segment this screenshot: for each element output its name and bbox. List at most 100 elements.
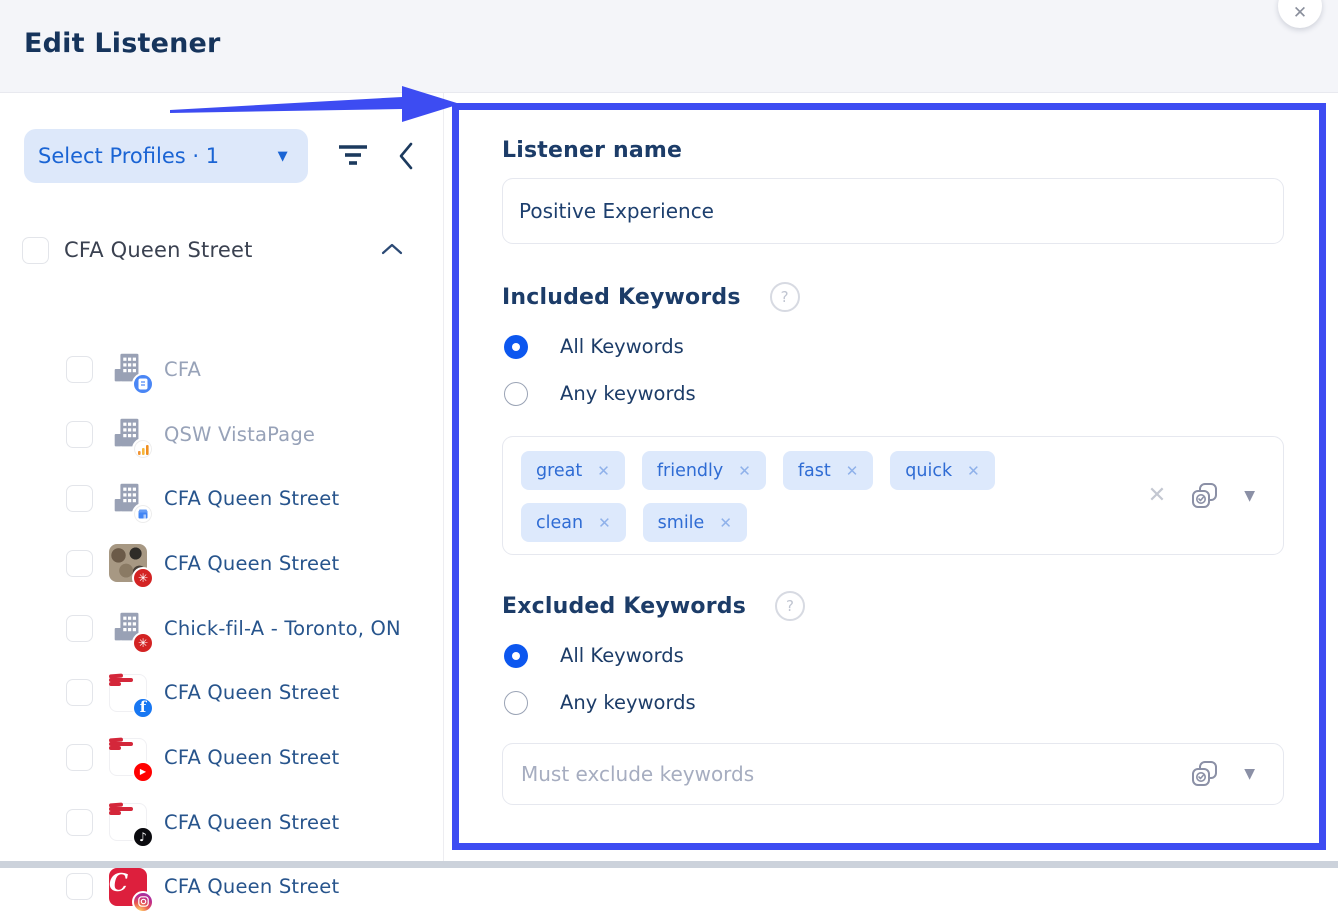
radio-selected-icon[interactable] [504,335,528,359]
red-logo-avatar: C [109,868,147,906]
remove-keyword-icon[interactable]: ✕ [738,462,751,480]
listener-name-input[interactable] [503,179,1283,243]
expand-excluded-icon[interactable]: ▼ [1244,766,1255,782]
profiles-sidebar: Select Profiles · 1 ▼ CFA Queen Street [0,93,444,868]
excluded-help-icon[interactable]: ? [775,591,805,621]
profile-name: QSW VistaPage [164,423,315,446]
profile-checkbox[interactable] [66,550,93,577]
profile-list: CFA QSW VistaPage [0,337,444,919]
chip-label: quick [905,461,952,481]
photo-avatar: ✳ [109,544,147,582]
listener-form-panel: Listener name Included Keywords ? All Ke… [452,103,1326,850]
keyword-chip[interactable]: quick ✕ [890,451,994,490]
profile-name: CFA Queen Street [164,681,339,704]
google-business-badge-icon [132,503,154,525]
youtube-badge-icon: ▶ [132,761,154,783]
excluded-keywords-input[interactable] [521,762,1190,786]
remove-keyword-icon[interactable]: ✕ [967,462,980,480]
profile-checkbox[interactable] [66,421,93,448]
question-mark: ? [781,288,789,306]
profile-row-gbp[interactable]: CFA Queen Street [0,466,444,531]
profile-checkbox[interactable] [66,615,93,642]
chip-label: great [536,461,582,481]
profile-row-vistapage[interactable]: QSW VistaPage [0,402,444,467]
profile-name: CFA Queen Street [164,875,339,898]
radio-label: Any keywords [560,691,696,714]
listener-name-label: Listener name [502,138,1285,163]
remove-keyword-icon[interactable]: ✕ [719,514,732,532]
radio-label: All Keywords [560,335,684,358]
profile-row-yelp-photo[interactable]: ✳ CFA Queen Street [0,531,444,596]
included-help-icon[interactable]: ? [770,282,800,312]
included-all-keywords-option[interactable]: All Keywords [502,334,1285,359]
keyword-chip[interactable]: great ✕ [521,451,625,490]
excluded-all-keywords-option[interactable]: All Keywords [502,643,1285,668]
excluded-any-keywords-option[interactable]: Any keywords [502,690,1285,715]
included-keywords-label: Included Keywords [502,285,741,310]
profile-row-youtube[interactable]: ▶ CFA Queen Street [0,725,444,790]
keyword-chip[interactable]: clean ✕ [521,503,626,542]
keyword-chip[interactable]: fast ✕ [783,451,873,490]
select-profiles-dropdown[interactable]: Select Profiles · 1 ▼ [24,129,308,183]
group-checkbox[interactable] [22,237,49,264]
radio-selected-icon[interactable] [504,644,528,668]
sidebar-toolbar: Select Profiles · 1 ▼ [24,129,424,183]
page-title: Edit Listener [24,28,221,59]
facebook-badge-icon: f [132,697,154,719]
excluded-keywords-label: Excluded Keywords [502,594,746,619]
copy-excluded-icon[interactable] [1190,759,1220,789]
keyword-chip[interactable]: friendly ✕ [642,451,766,490]
horizontal-scrollbar[interactable] [0,861,1338,868]
chevron-up-icon[interactable] [380,241,404,260]
profile-checkbox[interactable] [66,873,93,900]
clear-all-keywords-icon[interactable]: ✕ [1148,483,1166,508]
keyword-chip[interactable]: smile ✕ [643,503,747,542]
tiktok-badge-icon: ♪ [132,826,154,848]
chip-label: fast [798,461,831,481]
instagram-badge-icon [132,891,154,913]
expand-keywords-icon[interactable]: ▼ [1244,488,1255,504]
question-mark: ? [786,597,794,615]
profile-name: Chick-fil-A - Toronto, ON [164,617,401,640]
collapse-sidebar-button[interactable] [389,134,424,178]
building-avatar: ✳ [109,609,147,647]
profile-name: CFA Queen Street [164,746,339,769]
listing-badge-icon [132,373,154,395]
building-avatar [109,480,147,518]
remove-keyword-icon[interactable]: ✕ [846,462,859,480]
remove-keyword-icon[interactable]: ✕ [598,514,611,532]
yelp-badge-icon: ✳ [132,632,154,654]
profile-row-yelp-building[interactable]: ✳ Chick-fil-A - Toronto, ON [0,596,444,661]
profile-row-facebook[interactable]: f CFA Queen Street [0,660,444,725]
page-header: Edit Listener [0,0,1338,93]
radio-label: Any keywords [560,382,696,405]
profile-name: CFA Queen Street [164,811,339,834]
profile-name: CFA Queen Street [164,487,339,510]
analytics-badge-icon [132,438,154,460]
profile-group-row[interactable]: CFA Queen Street [22,236,422,264]
radio-label: All Keywords [560,644,684,667]
included-any-keywords-option[interactable]: Any keywords [502,381,1285,406]
chevron-down-icon: ▼ [278,149,288,164]
profile-checkbox[interactable] [66,485,93,512]
listener-name-field [502,178,1284,244]
profile-checkbox[interactable] [66,744,93,771]
profile-checkbox[interactable] [66,679,93,706]
script-logo-avatar: ♪ [109,803,147,841]
radio-unselected-icon[interactable] [504,382,528,406]
profile-row-tiktok[interactable]: ♪ CFA Queen Street [0,790,444,855]
remove-keyword-icon[interactable]: ✕ [597,462,610,480]
profile-row-cfa-listing[interactable]: CFA [0,337,444,402]
profile-name: CFA [164,358,201,381]
included-keywords-box[interactable]: great ✕ friendly ✕ fast ✕ quick ✕ clean [502,436,1284,555]
script-logo-avatar: f [109,674,147,712]
filter-button[interactable] [332,134,375,178]
profile-checkbox[interactable] [66,809,93,836]
radio-unselected-icon[interactable] [504,691,528,715]
profile-checkbox[interactable] [66,356,93,383]
building-avatar [109,350,147,388]
select-profiles-label: Select Profiles · 1 [38,144,219,168]
annotation-arrow [170,84,462,130]
script-logo-avatar: ▶ [109,738,147,776]
copy-keywords-icon[interactable] [1190,481,1220,511]
